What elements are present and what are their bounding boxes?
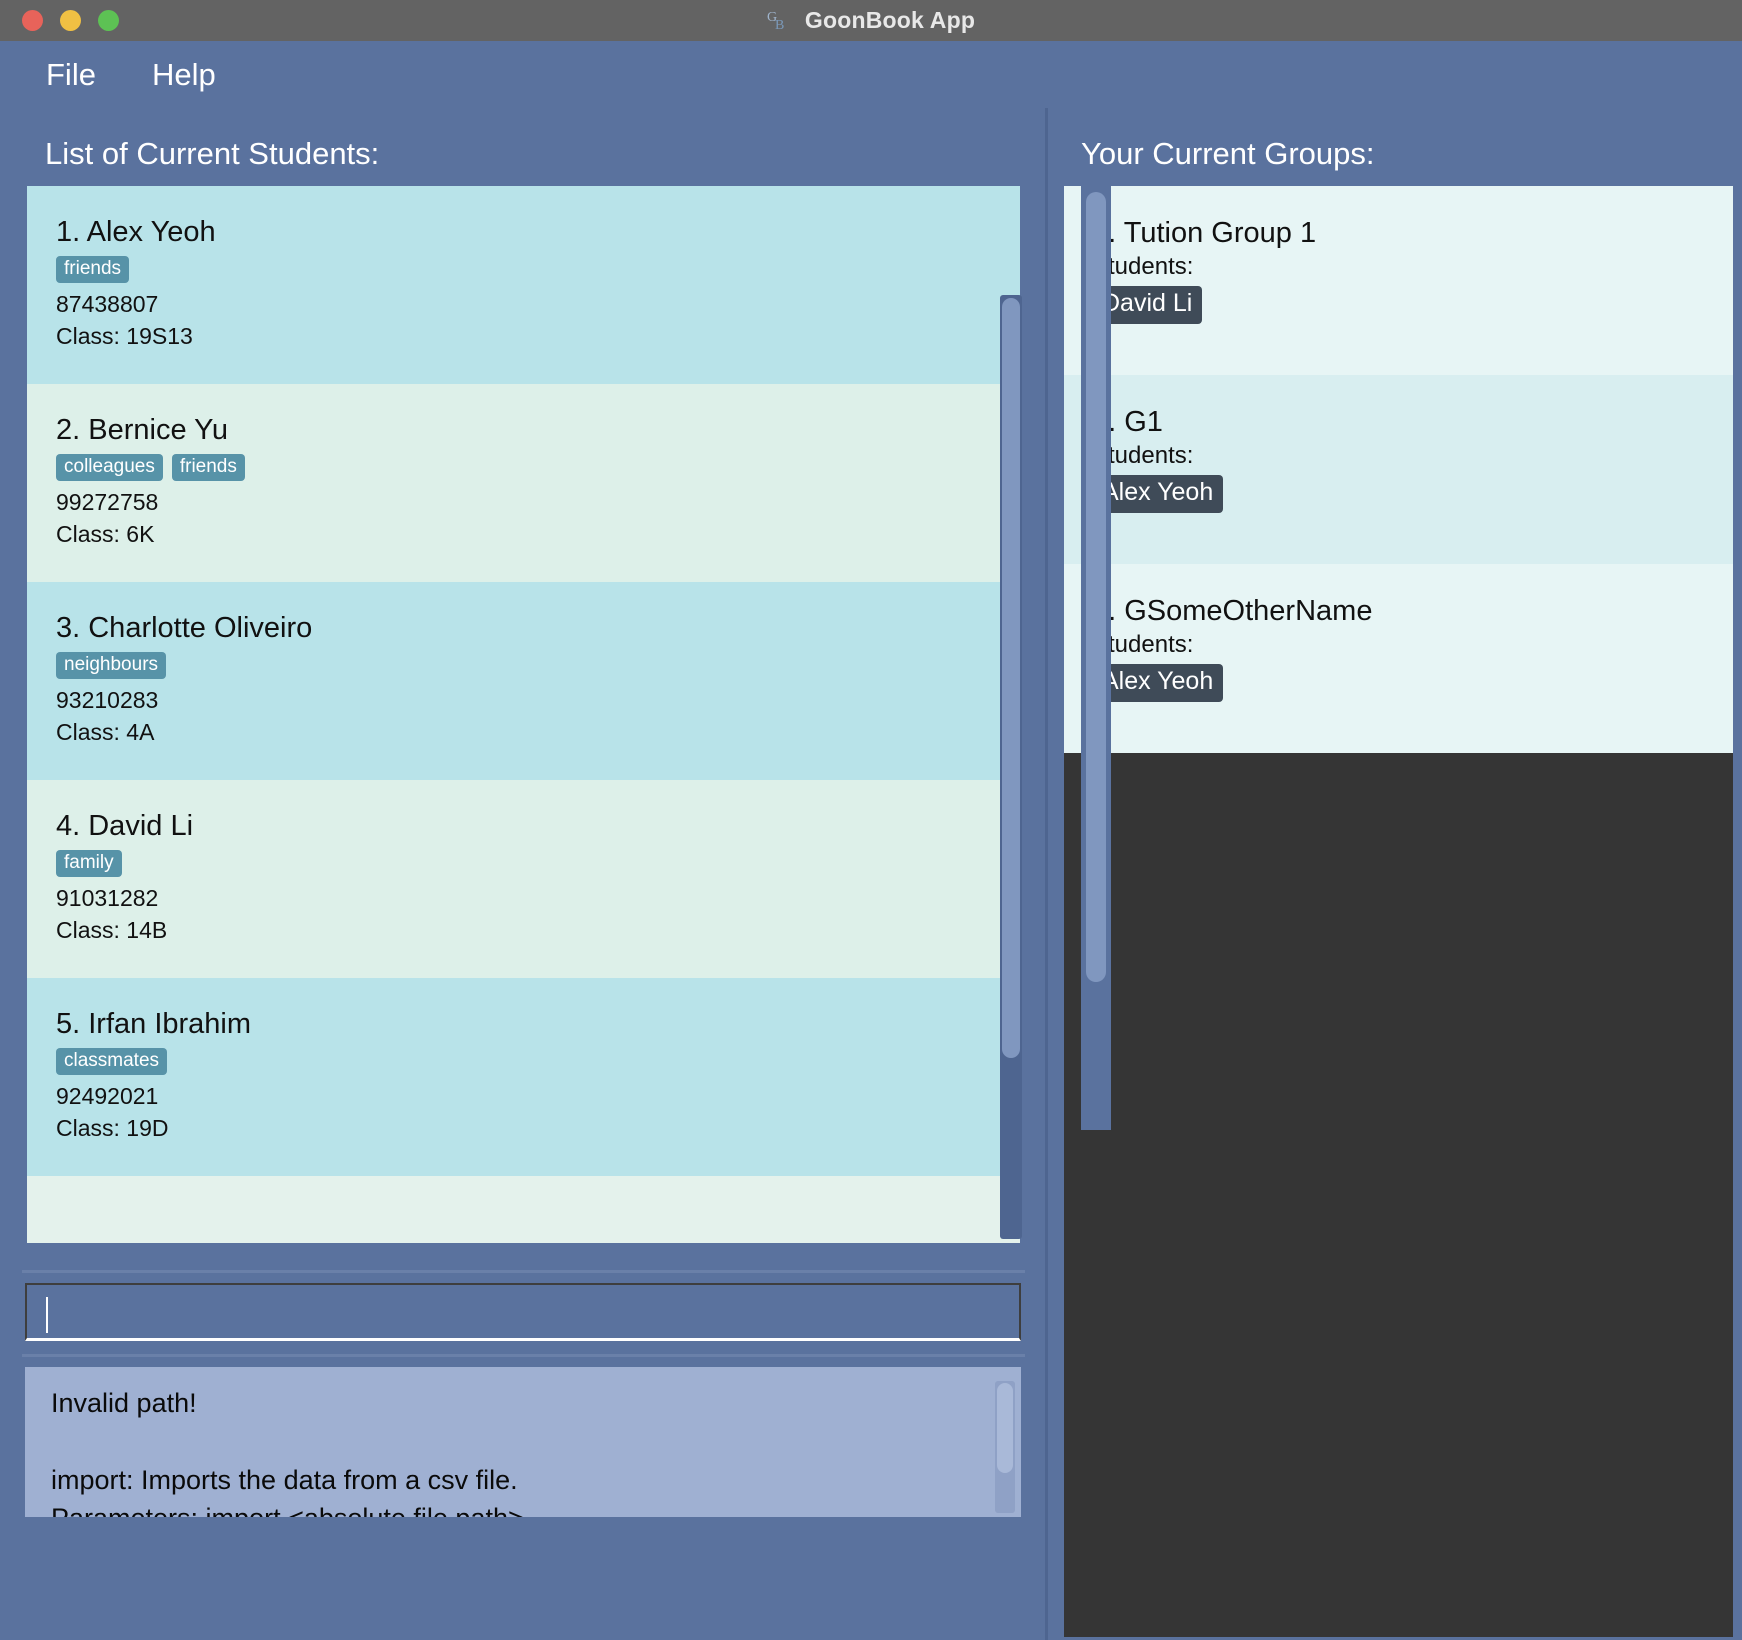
group-list-scroll-thumb[interactable] bbox=[1086, 192, 1106, 982]
group-name: 3. GSomeOtherName bbox=[1092, 595, 1373, 627]
student-phone: 99272758 bbox=[56, 489, 159, 515]
group-list-scrollbar[interactable] bbox=[1081, 186, 1111, 1130]
result-display[interactable]: Invalid path! import: Imports the data f… bbox=[25, 1367, 1021, 1517]
title-group: G B GoonBook App bbox=[0, 0, 1742, 41]
result-text: Invalid path! import: Imports the data f… bbox=[51, 1388, 524, 1517]
student-name: 2. Bernice Yu bbox=[56, 414, 228, 446]
student-tags: colleagues friends bbox=[56, 454, 1020, 481]
student-tags: neighbours bbox=[56, 652, 1020, 679]
group-students-label: Students: bbox=[1092, 442, 1194, 469]
student-tags: friends bbox=[56, 256, 1020, 283]
student-list-item[interactable]: 1. Alex Yeoh friends 87438807 Class: 19S… bbox=[27, 186, 1020, 384]
students-panel-heading: List of Current Students: bbox=[45, 136, 380, 171]
menu-item-help[interactable]: Help bbox=[142, 55, 226, 95]
student-list-scroll-thumb[interactable] bbox=[1002, 298, 1020, 1058]
student-list-item[interactable]: 3. Charlotte Oliveiro neighbours 9321028… bbox=[27, 582, 1020, 780]
tag-chip: family bbox=[56, 850, 122, 877]
student-phone: 91031282 bbox=[56, 885, 159, 911]
group-list-item[interactable]: 1. Tution Group 1 Students: David Li bbox=[1064, 186, 1733, 375]
student-list-scrollbar[interactable] bbox=[1000, 295, 1022, 1239]
group-students-label: Students: bbox=[1092, 631, 1194, 658]
group-list-item[interactable]: 3. GSomeOtherName Students: Alex Yeoh bbox=[1064, 564, 1733, 753]
student-class: Class: 6K bbox=[56, 520, 155, 547]
svg-text:B: B bbox=[775, 18, 784, 33]
group-members: David Li bbox=[1092, 286, 1733, 324]
command-input[interactable] bbox=[25, 1283, 1021, 1341]
student-phone: 87438807 bbox=[56, 291, 159, 317]
group-name: 2. G1 bbox=[1092, 406, 1163, 438]
group-name: 1. Tution Group 1 bbox=[1092, 217, 1317, 249]
student-name: 3. Charlotte Oliveiro bbox=[56, 612, 313, 644]
student-phone: 93210283 bbox=[56, 687, 159, 713]
result-scrollbar[interactable] bbox=[995, 1381, 1015, 1513]
result-scroll-thumb[interactable] bbox=[997, 1383, 1013, 1473]
student-list-item[interactable]: 2. Bernice Yu colleagues friends 9927275… bbox=[27, 384, 1020, 582]
window-title: GoonBook App bbox=[804, 7, 976, 33]
tag-chip: friends bbox=[56, 256, 130, 283]
student-list-item[interactable]: 5. Irfan Ibrahim classmates 92492021 Cla… bbox=[27, 978, 1020, 1176]
student-tags: family bbox=[56, 850, 1020, 877]
menu-item-file[interactable]: File bbox=[36, 55, 106, 95]
student-phone: 92492021 bbox=[56, 1083, 159, 1109]
student-name: 1. Alex Yeoh bbox=[56, 216, 216, 248]
group-list-item[interactable]: 2. G1 Students: Alex Yeoh bbox=[1064, 375, 1733, 564]
student-class: Class: 4A bbox=[56, 718, 155, 745]
student-tags: classmates bbox=[56, 1048, 1020, 1075]
app-window: G B GoonBook App File Help List of Curre… bbox=[0, 0, 1742, 1640]
title-bar: G B GoonBook App bbox=[0, 0, 1742, 41]
result-area: Invalid path! import: Imports the data f… bbox=[22, 1354, 1025, 1517]
text-caret bbox=[46, 1297, 48, 1333]
student-list-item[interactable]: 4. David Li family 91031282 Class: 14B bbox=[27, 780, 1020, 978]
command-area bbox=[22, 1270, 1025, 1347]
student-class: Class: 14B bbox=[56, 916, 168, 943]
group-members: Alex Yeoh bbox=[1092, 664, 1733, 702]
tag-chip: friends bbox=[171, 454, 245, 481]
groups-panel: Your Current Groups: 1. Tution Group 1 S… bbox=[1051, 108, 1742, 1640]
student-class: Class: 19D bbox=[56, 1114, 169, 1141]
group-list[interactable]: 1. Tution Group 1 Students: David Li 2. … bbox=[1064, 186, 1733, 1637]
group-members: Alex Yeoh bbox=[1092, 475, 1733, 513]
groups-panel-heading: Your Current Groups: bbox=[1081, 136, 1375, 171]
menu-bar: File Help bbox=[0, 41, 1742, 108]
group-students-label: Students: bbox=[1092, 253, 1194, 280]
student-list[interactable]: 1. Alex Yeoh friends 87438807 Class: 19S… bbox=[27, 186, 1020, 1243]
student-class: Class: 19S13 bbox=[56, 322, 193, 349]
students-panel: List of Current Students: 1. Alex Yeoh f… bbox=[0, 108, 1048, 1640]
tag-chip: classmates bbox=[56, 1048, 168, 1075]
student-name: 4. David Li bbox=[56, 810, 194, 842]
gb-logo-icon: G B bbox=[767, 10, 784, 33]
member-chip: Alex Yeoh bbox=[1092, 475, 1224, 513]
tag-chip: colleagues bbox=[56, 454, 163, 481]
student-name: 5. Irfan Ibrahim bbox=[56, 1008, 252, 1040]
tag-chip: neighbours bbox=[56, 652, 167, 679]
member-chip: Alex Yeoh bbox=[1092, 664, 1224, 702]
